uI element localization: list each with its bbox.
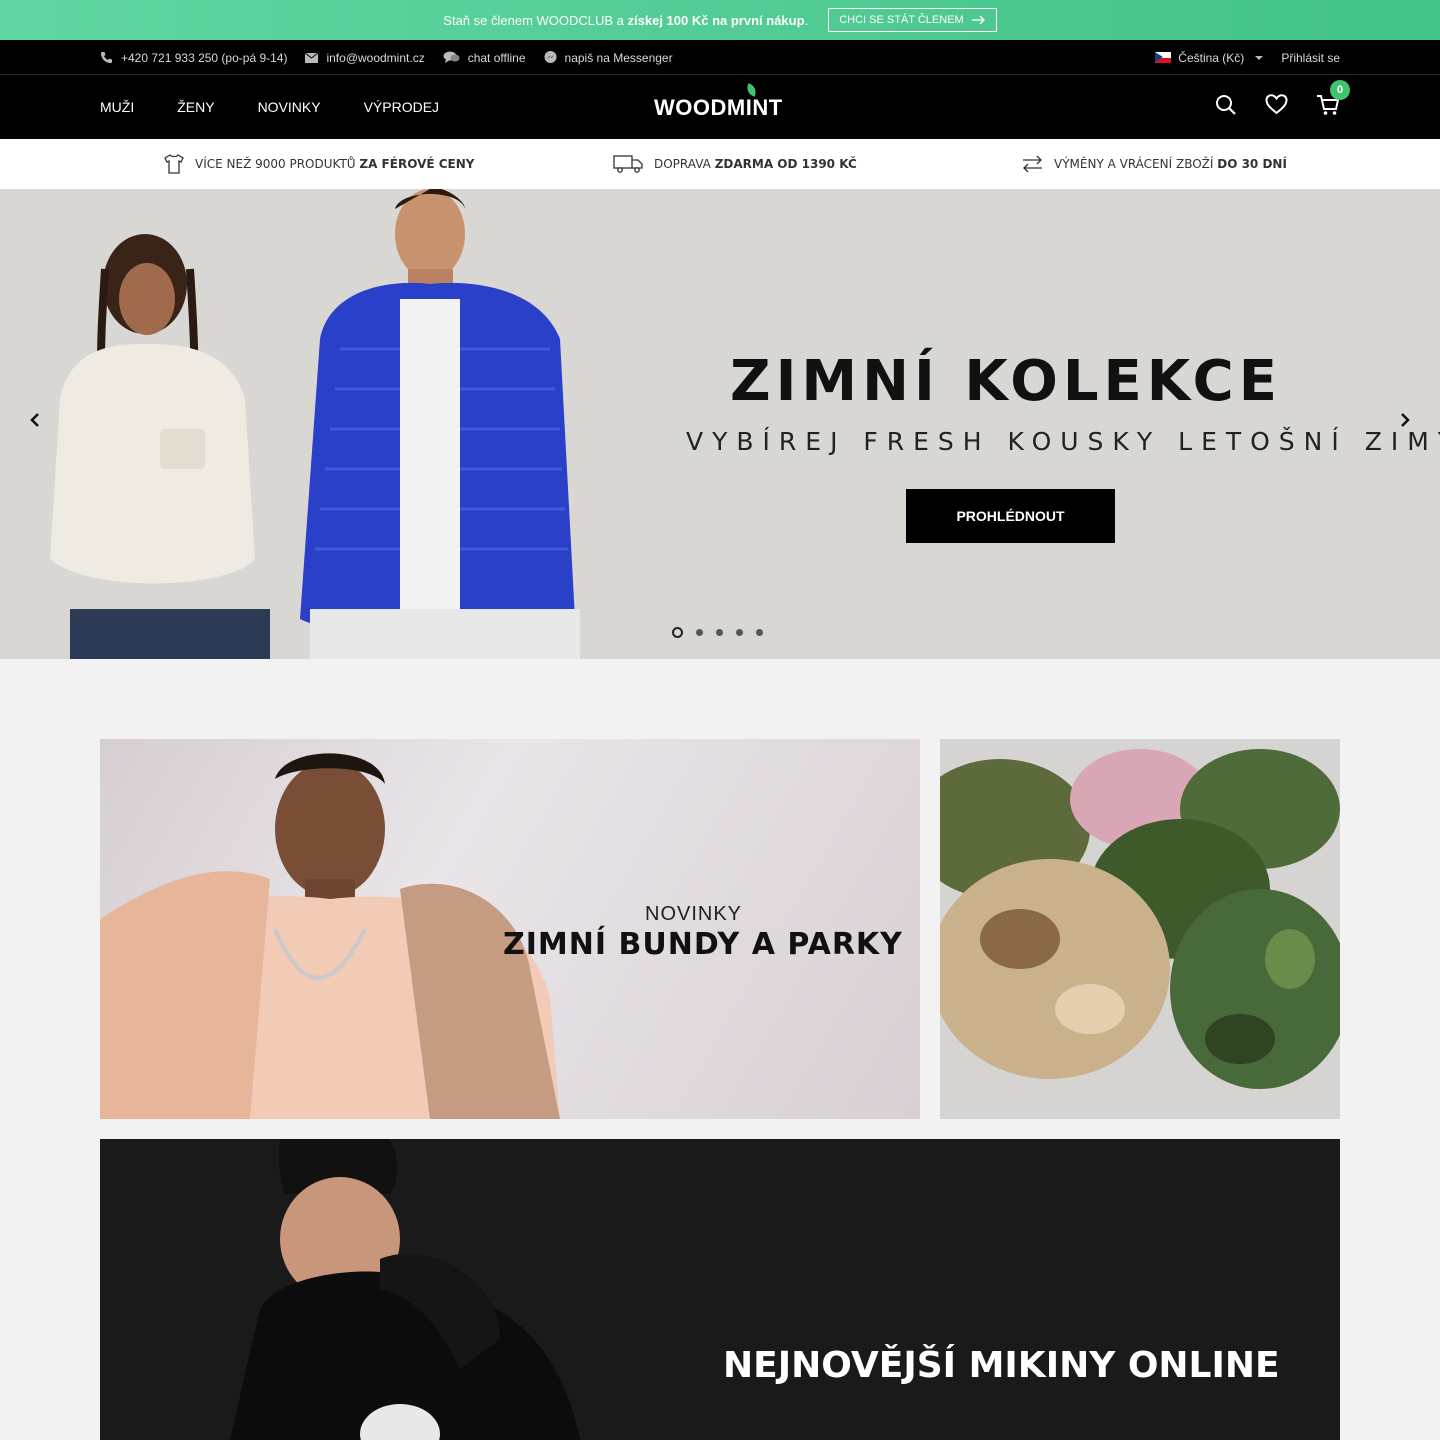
language-selector[interactable]: Čeština (Kč): [1155, 50, 1264, 65]
messenger-text: napiš na Messenger: [564, 50, 673, 65]
exchange-icon: [1023, 155, 1042, 173]
login-link[interactable]: Přihlásit se: [1281, 51, 1340, 65]
wishlist-button[interactable]: [1265, 94, 1288, 120]
chat-icon: [443, 51, 460, 63]
contact-list: +420 721 933 250 (po-pá 9-14) info@woodm…: [100, 40, 673, 75]
tshirt-icon: [164, 154, 184, 174]
promo-text-bold: získej 100 Kč na první nákup: [627, 12, 805, 28]
promo-text-end: .: [804, 12, 809, 28]
czech-flag-icon: [1155, 52, 1172, 63]
hero-slider: ZIMNÍ KOLEKCE VYBÍREJ FRESH KOUSKY LETOŠ…: [0, 189, 1440, 659]
chat-text: chat offline: [467, 50, 526, 65]
main-menu: MUŽI ŽENY NOVINKY VÝPRODEJ: [100, 75, 439, 139]
usp-text-products: VÍCE NEŽ 9000 PRODUKTŮ ZA FÉROVÉ CENY: [195, 157, 475, 171]
hero-man-photo: [300, 189, 580, 659]
phone-text: +420 721 933 250 (po-pá 9-14): [121, 50, 288, 65]
nav-item-new[interactable]: NOVINKY: [258, 99, 321, 115]
envelope-icon: [305, 52, 319, 63]
promo-text: Staň se členem WOODCLUB a získej 100 Kč …: [443, 13, 808, 28]
slider-dot[interactable]: [716, 629, 723, 636]
nav-item-women[interactable]: ŽENY: [177, 99, 214, 115]
email-text: info@woodmint.cz: [326, 50, 425, 65]
heart-icon: [1265, 94, 1288, 115]
messenger-link[interactable]: napiš na Messenger: [544, 51, 673, 65]
header-icons: 0: [1215, 75, 1350, 139]
arrow-right-icon: [971, 15, 985, 25]
slider-dot[interactable]: [736, 629, 743, 636]
phone-icon: [101, 52, 112, 63]
jackets-kicker: NOVINKY: [645, 903, 743, 925]
search-icon: [1216, 94, 1236, 115]
woodmint-logo[interactable]: WOODMINT: [654, 83, 788, 124]
slider-dot[interactable]: [696, 629, 703, 636]
hero-browse-button[interactable]: PROHLÉDNOUT: [906, 489, 1115, 543]
hero-woman-photo: [50, 234, 270, 659]
usp-text-returns: VÝMĚNY A VRÁCENÍ ZBOŽÍ DO 30 DNÍ: [1054, 157, 1287, 171]
usp-bar: VÍCE NEŽ 9000 PRODUKTŮ ZA FÉROVÉ CENY DO…: [0, 139, 1440, 189]
become-member-button[interactable]: CHCI SE STÁT ČLENEM: [828, 8, 997, 32]
search-button[interactable]: [1215, 94, 1237, 121]
hoodies-banner[interactable]: NEJNOVĚJŠÍ MIKINY ONLINE: [100, 1139, 1340, 1440]
camo-caps-photo: [940, 739, 1340, 1119]
topbar-right: Čeština (Kč) Přihlásit se: [1155, 40, 1340, 75]
become-member-label: CHCI SE STÁT ČLENEM: [839, 14, 964, 26]
chat-link[interactable]: chat offline: [443, 51, 526, 65]
slider-dot[interactable]: [672, 627, 683, 638]
usp-text-shipping: DOPRAVA ZDARMA OD 1390 KČ: [654, 157, 857, 171]
promo-bar: Staň se členem WOODCLUB a získej 100 Kč …: [0, 0, 1440, 40]
jackets-title: ZIMNÍ BUNDY A PARKY: [503, 927, 903, 962]
usp-item-products: VÍCE NEŽ 9000 PRODUKTŮ ZA FÉROVÉ CENY: [163, 139, 474, 189]
email-link[interactable]: info@woodmint.cz: [305, 50, 425, 65]
nav-item-sale[interactable]: VÝPRODEJ: [364, 99, 439, 115]
nav-item-men[interactable]: MUŽI: [100, 99, 134, 115]
usp-item-shipping: DOPRAVA ZDARMA OD 1390 KČ: [613, 139, 857, 189]
slider-dot[interactable]: [756, 629, 763, 636]
cart-count-badge: 0: [1330, 79, 1350, 100]
truck-icon: [613, 155, 643, 173]
slider-next-arrow-icon[interactable]: [1398, 413, 1412, 427]
hero-subtitle: VYBÍREJ FRESH KOUSKY LETOŠNÍ ZIMY: [686, 427, 1440, 456]
logo-text: WOODMINT: [654, 95, 783, 120]
phone-link[interactable]: +420 721 933 250 (po-pá 9-14): [100, 51, 287, 65]
chevron-down-icon: [1255, 55, 1264, 60]
hoodies-title: NEJNOVĚJŠÍ MIKINY ONLINE: [723, 1345, 1280, 1386]
slider-prev-arrow-icon[interactable]: [28, 413, 42, 427]
hoodie-model-photo: [230, 1139, 580, 1440]
hero-title: ZIMNÍ KOLEKCE: [729, 349, 1283, 414]
jacket-model-photo: [100, 753, 560, 1119]
winter-jackets-banner[interactable]: NOVINKY ZIMNÍ BUNDY A PARKY: [100, 739, 920, 1119]
usp-item-returns: VÝMĚNY A VRÁCENÍ ZBOŽÍ DO 30 DNÍ: [1021, 139, 1287, 189]
caps-banner[interactable]: [940, 739, 1340, 1119]
messenger-icon: [544, 51, 557, 63]
promo-text-start: Staň se členem WOODCLUB a: [443, 12, 628, 28]
language-label: Čeština (Kč): [1178, 50, 1245, 65]
cart-button[interactable]: 0: [1316, 79, 1350, 121]
slider-dots: [672, 627, 763, 638]
top-bar: +420 721 933 250 (po-pá 9-14) info@woodm…: [0, 40, 1440, 75]
